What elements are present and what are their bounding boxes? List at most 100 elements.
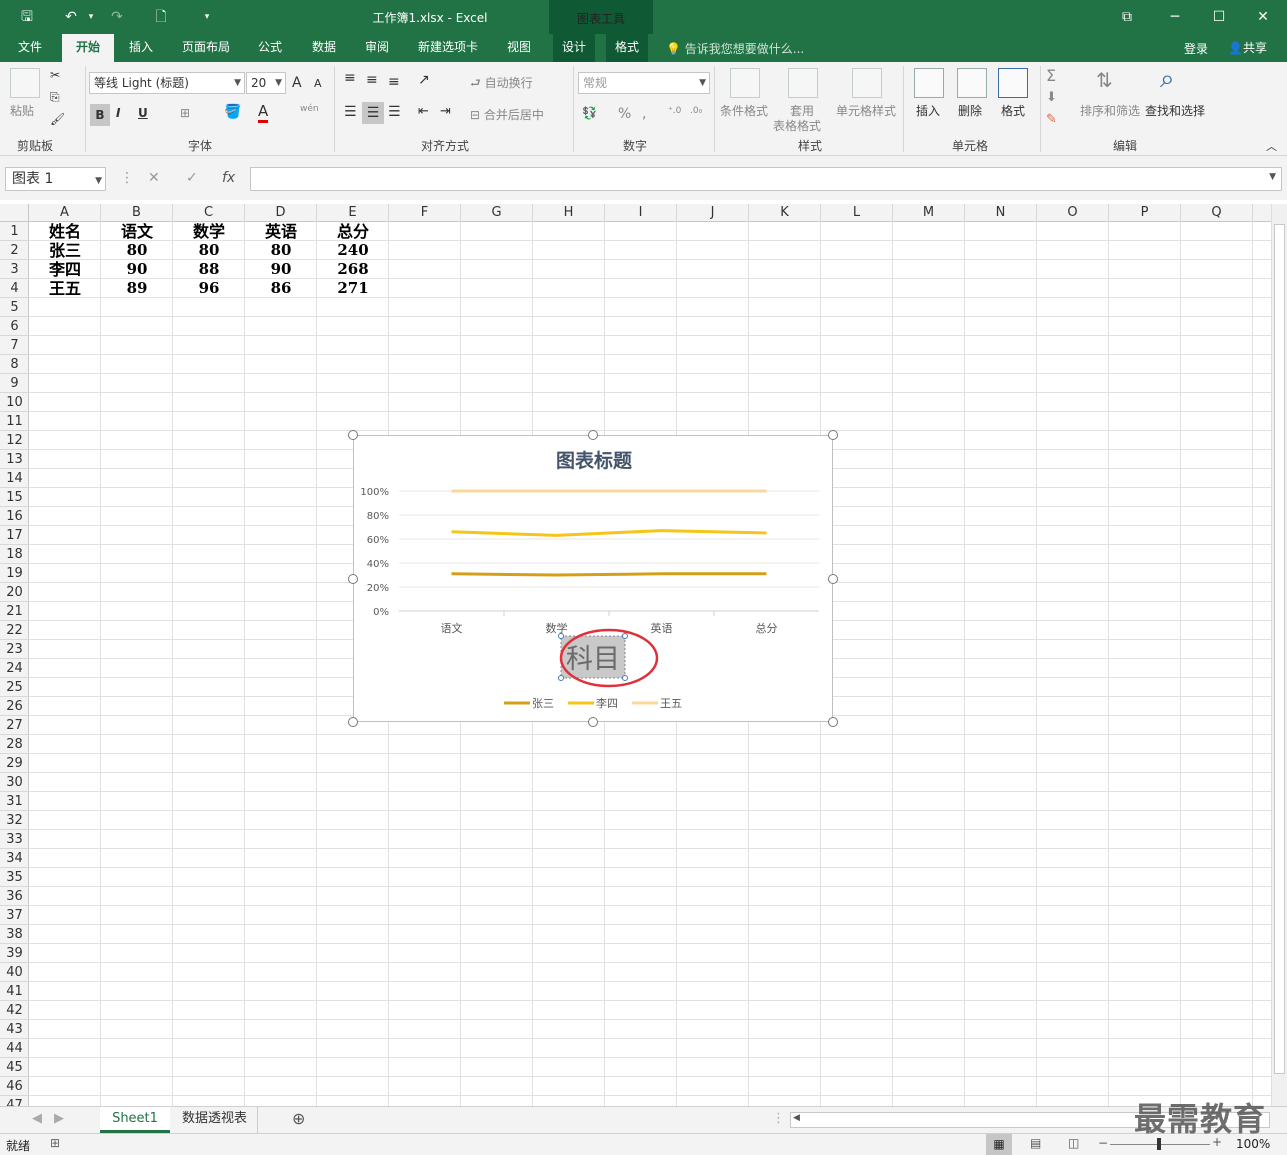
name-box[interactable]: 图表 1 ▼ [5,167,106,191]
column-header[interactable]: E [317,204,389,222]
format-cells-button[interactable]: 格式 [1001,102,1025,119]
column-header[interactable]: G [461,204,533,222]
cell[interactable]: 总分 [317,222,389,241]
tab-view[interactable]: 视图 [498,34,540,62]
cut-icon[interactable]: ✂ [50,68,60,82]
column-header[interactable]: H [533,204,605,222]
row-header[interactable]: 26 [0,697,29,716]
row-header[interactable]: 18 [0,545,29,564]
find-select-button[interactable]: 查找和选择 [1145,102,1205,119]
row-header[interactable]: 27 [0,716,29,735]
share-button[interactable]: 👤共享 [1222,37,1273,58]
cell[interactable]: 80 [173,241,245,260]
row-header[interactable]: 47 [0,1096,29,1106]
decrease-decimal-icon[interactable]: .0₀ [690,106,702,116]
align-top-icon[interactable]: ≡ [344,70,356,86]
tell-me-search[interactable]: 💡 告诉我您想要做什么... [666,40,804,57]
align-bottom-icon[interactable]: ≡ [388,74,400,90]
select-all-corner[interactable] [0,204,29,222]
sort-filter-button[interactable]: 排序和筛选 [1080,102,1140,119]
row-header[interactable]: 28 [0,735,29,754]
row-header[interactable]: 42 [0,1001,29,1020]
row-header[interactable]: 24 [0,659,29,678]
merge-center-button[interactable]: ⊟ 合并后居中 [470,106,544,123]
row-header[interactable]: 14 [0,469,29,488]
tab-new[interactable]: 新建选项卡 [410,34,486,62]
cell[interactable]: 240 [317,241,389,260]
paste-button[interactable]: 粘贴 [10,102,34,119]
decrease-indent-icon[interactable]: ⇤ [418,104,429,119]
column-header[interactable]: N [965,204,1037,222]
row-header[interactable]: 13 [0,450,29,469]
page-break-view-icon[interactable]: ◫ [1068,1136,1079,1150]
shrink-font-button[interactable]: A [314,77,322,90]
grow-font-button[interactable]: A [292,75,302,91]
row-header[interactable]: 20 [0,583,29,602]
cell[interactable]: 90 [245,260,317,279]
row-header[interactable]: 44 [0,1039,29,1058]
row-header[interactable]: 11 [0,412,29,431]
insert-function-icon[interactable]: fx [222,170,235,186]
column-header[interactable]: O [1037,204,1109,222]
collapse-ribbon-icon[interactable]: ︿ [1266,138,1277,154]
align-left-icon[interactable]: ☰ [344,104,357,120]
paste-icon[interactable] [10,68,40,98]
fill-icon[interactable]: ⬇ [1046,90,1057,105]
tab-pivot[interactable]: 数据透视表 [172,1107,259,1133]
wrap-text-button[interactable]: ⮐ 自动换行 [470,74,533,95]
column-header[interactable]: L [821,204,893,222]
bold-button[interactable]: B [90,104,110,126]
italic-button[interactable]: I [116,106,120,120]
row-header[interactable]: 8 [0,355,29,374]
cell[interactable]: 张三 [29,241,101,260]
scroll-next-icon[interactable]: ▶ [44,1107,74,1133]
currency-icon[interactable]: 💱 [582,106,597,120]
tab-insert[interactable]: 插入 [118,34,164,62]
cell[interactable]: 268 [317,260,389,279]
cell[interactable]: 80 [245,241,317,260]
cancel-icon[interactable]: ✕ [148,170,160,186]
row-header[interactable]: 40 [0,963,29,982]
row-header[interactable]: 7 [0,336,29,355]
tab-home[interactable]: 开始 [62,34,114,62]
orientation-icon[interactable]: ↗ [418,72,430,88]
login-link[interactable]: 登录 [1184,40,1208,57]
row-header[interactable]: 10 [0,393,29,412]
row-header[interactable]: 35 [0,868,29,887]
row-header[interactable]: 22 [0,621,29,640]
minimize-icon[interactable]: ─ [1160,7,1190,27]
row-header[interactable]: 34 [0,849,29,868]
cell[interactable]: 80 [101,241,173,260]
resize-handle[interactable] [348,717,358,727]
scroll-thumb[interactable] [1274,224,1285,1074]
resize-handle[interactable] [828,430,838,440]
phonetic-button[interactable]: wén [300,104,319,114]
resize-handle[interactable] [348,430,358,440]
align-right-icon[interactable]: ☰ [388,104,401,120]
row-header[interactable]: 12 [0,431,29,450]
macro-record-icon[interactable]: ⊞ [50,1136,60,1150]
normal-view-icon[interactable]: ▦ [986,1134,1012,1155]
column-header[interactable]: J [677,204,749,222]
font-color-icon[interactable]: A [258,102,269,123]
enter-icon[interactable]: ✓ [186,170,198,186]
font-size-select[interactable]: 20 ▼ [246,72,286,94]
copy-icon[interactable]: ⎘ [50,90,60,105]
row-header[interactable]: 32 [0,811,29,830]
formula-input[interactable]: ▼ [250,167,1282,191]
number-format-select[interactable]: 常规 ▼ [578,72,710,94]
column-header[interactable]: B [101,204,173,222]
row-header[interactable]: 9 [0,374,29,393]
row-header[interactable]: 36 [0,887,29,906]
row-header[interactable]: 29 [0,754,29,773]
cell[interactable]: 89 [101,279,173,298]
resize-handle[interactable] [348,573,358,584]
row-header[interactable]: 37 [0,906,29,925]
row-header[interactable]: 6 [0,317,29,336]
percent-button[interactable]: % [618,106,631,122]
column-header[interactable]: F [389,204,461,222]
cell[interactable]: 96 [173,279,245,298]
align-middle-icon[interactable]: ≡ [366,72,378,88]
borders-icon[interactable]: ⊞ [180,106,190,120]
cell[interactable]: 语文 [101,222,173,241]
